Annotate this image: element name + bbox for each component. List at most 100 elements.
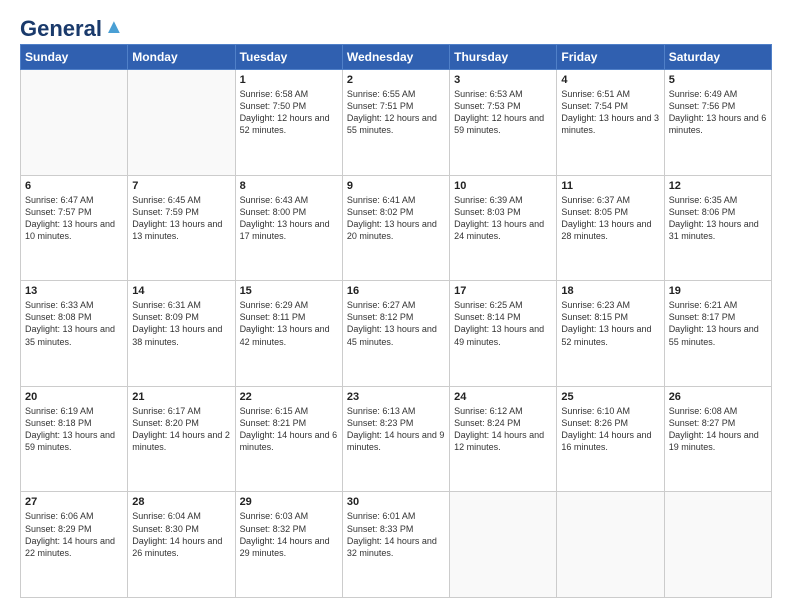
- day-info: Sunrise: 6:12 AM Sunset: 8:24 PM Dayligh…: [454, 405, 552, 454]
- day-number: 15: [240, 285, 338, 297]
- day-info: Sunrise: 6:47 AM Sunset: 7:57 PM Dayligh…: [25, 194, 123, 243]
- day-of-week-header: Saturday: [664, 45, 771, 70]
- day-info: Sunrise: 6:13 AM Sunset: 8:23 PM Dayligh…: [347, 405, 445, 454]
- day-number: 20: [25, 391, 123, 403]
- calendar-day-cell: 13 Sunrise: 6:33 AM Sunset: 8:08 PM Dayli…: [21, 281, 128, 387]
- calendar-header-row: SundayMondayTuesdayWednesdayThursdayFrid…: [21, 45, 772, 70]
- day-info: Sunrise: 6:35 AM Sunset: 8:06 PM Dayligh…: [669, 194, 767, 243]
- day-number: 14: [132, 285, 230, 297]
- calendar-week-row: 13 Sunrise: 6:33 AM Sunset: 8:08 PM Dayli…: [21, 281, 772, 387]
- calendar-day-cell: 3 Sunrise: 6:53 AM Sunset: 7:53 PM Daylig…: [450, 70, 557, 176]
- calendar-week-row: 20 Sunrise: 6:19 AM Sunset: 8:18 PM Dayli…: [21, 386, 772, 492]
- day-number: 11: [561, 180, 659, 192]
- day-info: Sunrise: 6:29 AM Sunset: 8:11 PM Dayligh…: [240, 299, 338, 348]
- day-info: Sunrise: 6:33 AM Sunset: 8:08 PM Dayligh…: [25, 299, 123, 348]
- calendar-day-cell: 2Sunrise: 6:55 AM Sunset: 7:51 PM Daylig…: [342, 70, 449, 176]
- day-number: 25: [561, 391, 659, 403]
- calendar-table: SundayMondayTuesdayWednesdayThursdayFrid…: [20, 44, 772, 598]
- day-number: 6: [25, 180, 123, 192]
- calendar-day-cell: 23 Sunrise: 6:13 AM Sunset: 8:23 PM Dayli…: [342, 386, 449, 492]
- day-info: Sunrise: 6:51 AM Sunset: 7:54 PM Dayligh…: [561, 88, 659, 137]
- day-number: 22: [240, 391, 338, 403]
- day-number: 1: [240, 74, 338, 86]
- calendar-day-cell: 26Sunrise: 6:08 AM Sunset: 8:27 PM Dayli…: [664, 386, 771, 492]
- calendar-day-cell: 7Sunrise: 6:45 AM Sunset: 7:59 PM Daylig…: [128, 175, 235, 281]
- calendar-day-cell: 15 Sunrise: 6:29 AM Sunset: 8:11 PM Dayli…: [235, 281, 342, 387]
- calendar-day-cell: 16 Sunrise: 6:27 AM Sunset: 8:12 PM Dayli…: [342, 281, 449, 387]
- calendar-day-cell: 30 Sunrise: 6:01 AM Sunset: 8:33 PM Dayli…: [342, 492, 449, 598]
- day-of-week-header: Tuesday: [235, 45, 342, 70]
- day-number: 5: [669, 74, 767, 86]
- day-info: Sunrise: 6:39 AM Sunset: 8:03 PM Dayligh…: [454, 194, 552, 243]
- day-info: Sunrise: 6:27 AM Sunset: 8:12 PM Dayligh…: [347, 299, 445, 348]
- day-of-week-header: Sunday: [21, 45, 128, 70]
- calendar-day-cell: 17 Sunrise: 6:25 AM Sunset: 8:14 PM Dayli…: [450, 281, 557, 387]
- calendar-day-cell: 19Sunrise: 6:21 AM Sunset: 8:17 PM Dayli…: [664, 281, 771, 387]
- day-of-week-header: Monday: [128, 45, 235, 70]
- day-number: 29: [240, 496, 338, 508]
- calendar-day-cell: [557, 492, 664, 598]
- day-info: Sunrise: 6:53 AM Sunset: 7:53 PM Dayligh…: [454, 88, 552, 137]
- calendar-day-cell: 9 Sunrise: 6:41 AM Sunset: 8:02 PM Daylig…: [342, 175, 449, 281]
- calendar-day-cell: [450, 492, 557, 598]
- logo: General ▲: [20, 18, 124, 34]
- calendar-day-cell: 18Sunrise: 6:23 AM Sunset: 8:15 PM Dayli…: [557, 281, 664, 387]
- day-of-week-header: Wednesday: [342, 45, 449, 70]
- day-number: 3: [454, 74, 552, 86]
- calendar-day-cell: 1 Sunrise: 6:58 AM Sunset: 7:50 PM Daylig…: [235, 70, 342, 176]
- day-info: Sunrise: 6:31 AM Sunset: 8:09 PM Dayligh…: [132, 299, 230, 348]
- calendar-day-cell: 10 Sunrise: 6:39 AM Sunset: 8:03 PM Dayli…: [450, 175, 557, 281]
- calendar-day-cell: 21 Sunrise: 6:17 AM Sunset: 8:20 PM Dayli…: [128, 386, 235, 492]
- day-info: Sunrise: 6:49 AM Sunset: 7:56 PM Dayligh…: [669, 88, 767, 137]
- day-info: Sunrise: 6:06 AM Sunset: 8:29 PM Dayligh…: [25, 510, 123, 559]
- day-number: 24: [454, 391, 552, 403]
- day-info: Sunrise: 6:25 AM Sunset: 8:14 PM Dayligh…: [454, 299, 552, 348]
- day-number: 26: [669, 391, 767, 403]
- calendar-day-cell: 11Sunrise: 6:37 AM Sunset: 8:05 PM Dayli…: [557, 175, 664, 281]
- day-info: Sunrise: 6:01 AM Sunset: 8:33 PM Dayligh…: [347, 510, 445, 559]
- day-number: 10: [454, 180, 552, 192]
- calendar-day-cell: [21, 70, 128, 176]
- day-info: Sunrise: 6:43 AM Sunset: 8:00 PM Dayligh…: [240, 194, 338, 243]
- day-number: 16: [347, 285, 445, 297]
- day-number: 27: [25, 496, 123, 508]
- day-info: Sunrise: 6:15 AM Sunset: 8:21 PM Dayligh…: [240, 405, 338, 454]
- calendar-day-cell: 29 Sunrise: 6:03 AM Sunset: 8:32 PM Dayli…: [235, 492, 342, 598]
- day-number: 12: [669, 180, 767, 192]
- day-info: Sunrise: 6:21 AM Sunset: 8:17 PM Dayligh…: [669, 299, 767, 348]
- day-info: Sunrise: 6:10 AM Sunset: 8:26 PM Dayligh…: [561, 405, 659, 454]
- calendar-day-cell: 6 Sunrise: 6:47 AM Sunset: 7:57 PM Daylig…: [21, 175, 128, 281]
- day-number: 30: [347, 496, 445, 508]
- calendar-day-cell: 12 Sunrise: 6:35 AM Sunset: 8:06 PM Dayli…: [664, 175, 771, 281]
- day-number: 8: [240, 180, 338, 192]
- calendar-day-cell: [128, 70, 235, 176]
- day-number: 23: [347, 391, 445, 403]
- calendar-week-row: 6 Sunrise: 6:47 AM Sunset: 7:57 PM Daylig…: [21, 175, 772, 281]
- calendar-day-cell: 8 Sunrise: 6:43 AM Sunset: 8:00 PM Daylig…: [235, 175, 342, 281]
- day-number: 17: [454, 285, 552, 297]
- day-number: 9: [347, 180, 445, 192]
- day-info: Sunrise: 6:58 AM Sunset: 7:50 PM Dayligh…: [240, 88, 338, 137]
- calendar-week-row: 1 Sunrise: 6:58 AM Sunset: 7:50 PM Daylig…: [21, 70, 772, 176]
- calendar-day-cell: 5 Sunrise: 6:49 AM Sunset: 7:56 PM Daylig…: [664, 70, 771, 176]
- header: General ▲: [20, 18, 772, 34]
- day-number: 21: [132, 391, 230, 403]
- day-number: 28: [132, 496, 230, 508]
- calendar-day-cell: 28 Sunrise: 6:04 AM Sunset: 8:30 PM Dayli…: [128, 492, 235, 598]
- day-number: 13: [25, 285, 123, 297]
- day-info: Sunrise: 6:04 AM Sunset: 8:30 PM Dayligh…: [132, 510, 230, 559]
- day-info: Sunrise: 6:03 AM Sunset: 8:32 PM Dayligh…: [240, 510, 338, 559]
- logo-text: General: [20, 18, 102, 40]
- page: General ▲ SundayMondayTuesdayWednesdayTh…: [0, 0, 792, 612]
- day-number: 2: [347, 74, 445, 86]
- day-number: 4: [561, 74, 659, 86]
- calendar-day-cell: 25 Sunrise: 6:10 AM Sunset: 8:26 PM Dayli…: [557, 386, 664, 492]
- calendar-day-cell: [664, 492, 771, 598]
- day-of-week-header: Thursday: [450, 45, 557, 70]
- day-info: Sunrise: 6:17 AM Sunset: 8:20 PM Dayligh…: [132, 405, 230, 454]
- day-number: 18: [561, 285, 659, 297]
- calendar-day-cell: 24 Sunrise: 6:12 AM Sunset: 8:24 PM Dayli…: [450, 386, 557, 492]
- calendar-week-row: 27 Sunrise: 6:06 AM Sunset: 8:29 PM Dayli…: [21, 492, 772, 598]
- day-info: Sunrise: 6:19 AM Sunset: 8:18 PM Dayligh…: [25, 405, 123, 454]
- day-info: Sunrise: 6:41 AM Sunset: 8:02 PM Dayligh…: [347, 194, 445, 243]
